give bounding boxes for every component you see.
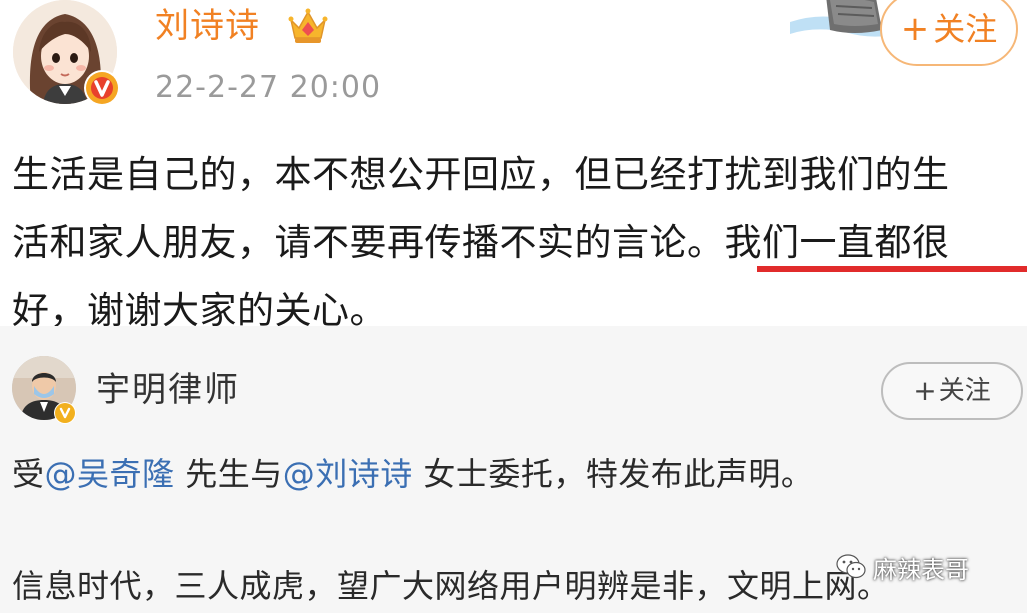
follow-button[interactable]: + 关注 [881,362,1023,420]
verified-badge [54,402,76,424]
wechat-icon [836,554,866,579]
text-segment: 受 [12,455,45,493]
verified-v-icon [86,72,118,104]
weibo-post-lawyer: 宇明律师 + 关注 受@吴奇隆 先生与@刘诗诗 女士委托，特发布此声明。 信息时… [0,326,1027,613]
watermark: 麻辣表哥 [835,547,969,587]
follow-label: 关注 [933,10,998,48]
post-text-line: 生活是自己的，本不想公开回应，但已经打扰到我们的生 [12,153,950,196]
verified-v-icon [55,403,75,423]
verified-badge [84,70,120,106]
crown-icon [288,8,328,43]
plus-icon: + [913,374,937,407]
text-segment: 女士委托，特发布此声明。 [412,455,814,493]
follow-button[interactable]: + 关注 [880,0,1018,66]
post-username[interactable]: 宇明律师 [96,368,240,412]
post-username[interactable]: 刘诗诗 [155,4,260,48]
watermark-text: 麻辣表哥 [873,555,969,584]
text-segment: 先生与 [174,455,283,493]
post-timestamp: 22-2-27 20:00 [155,70,382,105]
post-text-line: 信息时代，三人成虎，望广大网络用户明辨是非，文明上网。 [12,567,890,605]
post-body-text: 生活是自己的，本不想公开回应，但已经打扰到我们的生 活和家人朋友，请不要再传播不… [12,141,1020,345]
mention-link[interactable]: @吴奇隆 [45,455,175,493]
mention-link[interactable]: @刘诗诗 [283,455,413,493]
follow-label: 关注 [938,376,991,406]
highlight-underline [757,266,1027,272]
post-text-line: 受@吴奇隆 先生与@刘诗诗 女士委托，特发布此声明。 [12,452,813,496]
plus-icon: + [900,9,930,49]
weibo-post-main: 刘诗诗 22-2-27 20:00 + 关注 生活是自己的，本不想公开回应，但已… [0,0,1027,332]
